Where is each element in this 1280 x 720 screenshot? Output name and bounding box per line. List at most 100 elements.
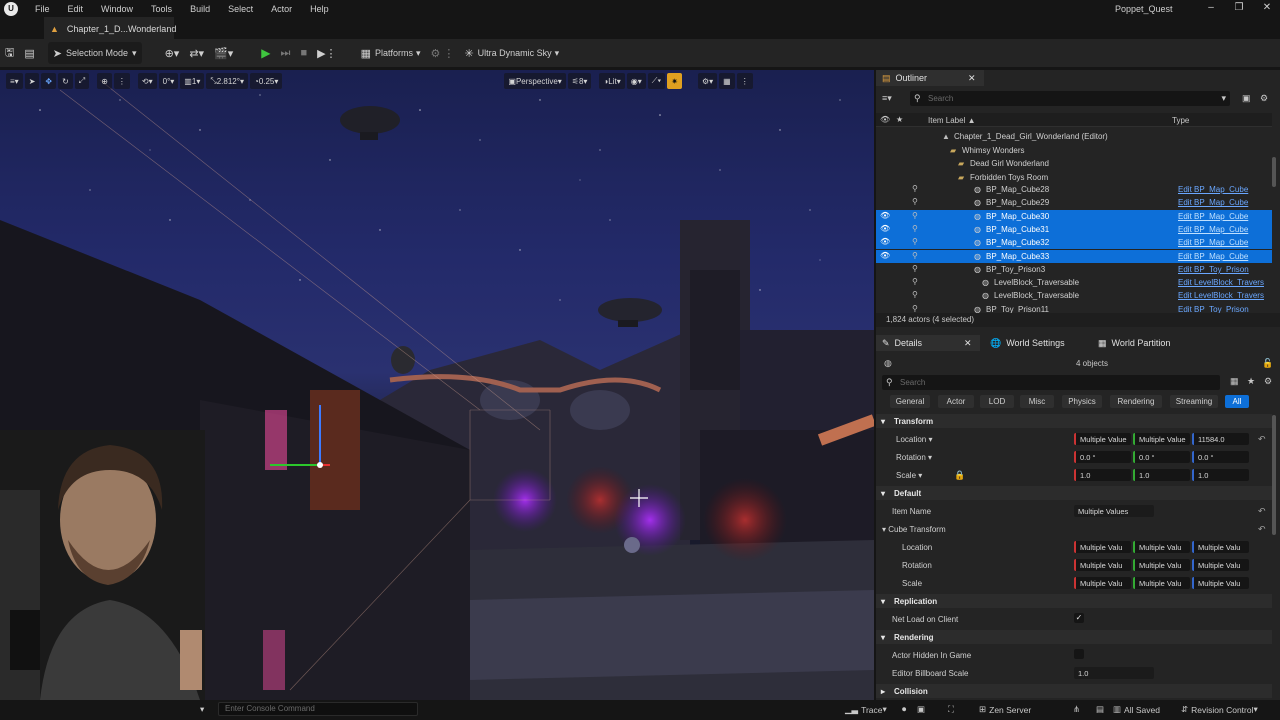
show-dropdown[interactable]: ◉▾: [626, 73, 646, 89]
sky-dropdown[interactable]: ✳ Ultra Dynamic Sky ▾: [459, 42, 564, 64]
actor-type-link[interactable]: Edit BP_Map_Cube: [1178, 225, 1248, 234]
outliner-folder-row[interactable]: ▰ Whimsy Wonders: [876, 144, 1272, 157]
cube-transform-group[interactable]: ▾ Cube Transform: [882, 525, 946, 534]
pin-icon[interactable]: ⚲: [912, 197, 918, 206]
tab-world-partition[interactable]: ▦ World Partition: [1094, 335, 1194, 351]
outliner-folder-row[interactable]: ▲ Chapter_1_Dead_Girl_Wonderland (Editor): [876, 130, 1272, 143]
actor-type-link[interactable]: Edit BP_Map_Cube: [1178, 238, 1248, 247]
scale-dropdown[interactable]: Scale ▾: [896, 471, 922, 480]
cinematics-button[interactable]: 🎬▾: [209, 42, 238, 64]
pin-icon[interactable]: ⚲: [912, 264, 918, 273]
section-transform[interactable]: ▾ Transform: [876, 414, 1272, 428]
outliner-settings-icon[interactable]: ⚙: [1260, 93, 1268, 104]
snap-dropdown[interactable]: ⟋▾: [647, 73, 666, 89]
ct-location-z-field[interactable]: Multiple Valu: [1192, 541, 1249, 553]
outliner-actor-row[interactable]: ⚲ ◍ LevelBlock_Traversable Edit LevelBlock_…: [876, 289, 1272, 302]
unreal-logo-icon[interactable]: U: [4, 1, 18, 16]
minimize-icon[interactable]: –: [1204, 2, 1218, 14]
add-actor-button[interactable]: ⊕▾: [160, 42, 185, 64]
actor-type-link[interactable]: Edit BP_Map_Cube: [1178, 212, 1248, 221]
billboard-scale-field[interactable]: 1.0: [1074, 667, 1154, 679]
favorite-icon[interactable]: ★: [1247, 376, 1255, 387]
actor-type-link[interactable]: Edit BP_Map_Cube: [1178, 198, 1248, 207]
fov-dropdown[interactable]: ⚟ 8 ▾: [567, 73, 592, 89]
lit-dropdown[interactable]: ◑ Lit ▾: [599, 73, 625, 89]
scale-snap-button[interactable]: ⤡ 2.812° ▾: [206, 73, 248, 89]
settings-button[interactable]: ⚙ ⋮: [426, 42, 460, 64]
visibility-eye-icon[interactable]: 👁: [880, 211, 890, 220]
outliner-actor-row[interactable]: ⚲ ◍ BP_Map_Cube29 Edit BP_Map_Cube: [876, 196, 1272, 209]
actor-type-link[interactable]: Edit BP_Map_Cube: [1178, 252, 1248, 261]
lock-scale-icon[interactable]: 🔒: [954, 470, 965, 481]
content-icon[interactable]: ▤: [1096, 704, 1104, 715]
reset-cube-transform-icon[interactable]: ↶: [1258, 524, 1266, 535]
visibility-eye-icon[interactable]: 👁: [880, 224, 890, 233]
actor-hidden-checkbox[interactable]: [1074, 649, 1084, 659]
item-name-field[interactable]: Multiple Values: [1074, 505, 1154, 517]
maximize-viewport-button[interactable]: ⋮: [736, 73, 753, 89]
tab-details[interactable]: ✎ Details ✕: [876, 335, 980, 351]
lock-details-icon[interactable]: 🔓: [1262, 358, 1273, 369]
filter-lod-button[interactable]: LOD: [980, 395, 1014, 408]
ct-location-y-field[interactable]: Multiple Valu: [1133, 541, 1190, 553]
details-scrollbar[interactable]: [1272, 415, 1276, 535]
menu-build[interactable]: Build: [181, 4, 219, 14]
details-search-input[interactable]: ⚲ Search: [882, 375, 1220, 390]
grid-snap-button[interactable]: ⟲▾: [137, 73, 157, 89]
location-x-field[interactable]: Multiple Value: [1074, 433, 1131, 445]
pin-icon[interactable]: ⚲: [912, 277, 918, 286]
visibility-eye-icon[interactable]: 👁: [880, 251, 890, 260]
pin-icon[interactable]: ⚲: [912, 237, 918, 246]
all-saved-button[interactable]: ▥ All Saved: [1113, 704, 1160, 715]
rotation-dropdown[interactable]: Rotation ▾: [896, 453, 932, 462]
filter-general-button[interactable]: General: [890, 395, 930, 408]
source-tree-icon[interactable]: ⋔: [1073, 704, 1080, 715]
platforms-dropdown[interactable]: ▦ Platforms ▾: [356, 42, 426, 64]
scale-y-field[interactable]: 1.0: [1133, 469, 1190, 481]
rotation-x-field[interactable]: 0.0 °: [1074, 451, 1131, 463]
visibility-eye-icon[interactable]: 👁: [880, 237, 890, 246]
play-button[interactable]: ▶: [256, 42, 275, 64]
actor-type-link[interactable]: Edit LevelBlock_Travers: [1178, 278, 1264, 287]
menu-tools[interactable]: Tools: [142, 4, 181, 14]
surface-snap-button[interactable]: ⋮: [113, 73, 130, 89]
menu-help[interactable]: Help: [301, 4, 338, 14]
scale-tool-button[interactable]: ⤢: [74, 73, 90, 89]
section-rendering[interactable]: ▾ Rendering: [876, 630, 1272, 644]
world-local-button[interactable]: ⊕: [97, 73, 112, 89]
actor-type-link[interactable]: Edit BP_Map_Cube: [1178, 185, 1248, 194]
ct-scale-x-field[interactable]: Multiple Valu: [1074, 577, 1131, 589]
table-view-icon[interactable]: ▦: [1230, 376, 1239, 387]
net-load-checkbox[interactable]: ✓: [1074, 613, 1084, 623]
section-default[interactable]: ▾ Default: [876, 486, 1272, 500]
menu-actor[interactable]: Actor: [262, 4, 301, 14]
content-browser-button[interactable]: ▤: [19, 42, 39, 64]
console-dropdown-icon[interactable]: ▾: [200, 704, 204, 715]
rotation-z-field[interactable]: 0.0 °: [1192, 451, 1249, 463]
viewport-settings-button[interactable]: ⚙▾: [697, 73, 718, 89]
pin-icon[interactable]: ⚲: [912, 211, 918, 220]
scale-x-field[interactable]: 1.0: [1074, 469, 1131, 481]
filter-actor-button[interactable]: Actor: [938, 395, 974, 408]
camera-speed-button[interactable]: ◔ 0.25 ▾: [249, 73, 283, 89]
actor-type-link[interactable]: Edit LevelBlock_Travers: [1178, 291, 1264, 300]
filter-icon[interactable]: ≡▾: [882, 93, 892, 104]
level-tab[interactable]: ▲ Chapter_1_D...Wonderland: [44, 17, 176, 39]
pin-icon[interactable]: ⚲: [912, 304, 918, 313]
filter-physics-button[interactable]: Physics: [1062, 395, 1102, 408]
blueprint-button[interactable]: ⇄▾: [184, 42, 209, 64]
outliner-actor-row[interactable]: ⚲ ◍ LevelBlock_Traversable Edit LevelBlock_…: [876, 276, 1272, 289]
filter-misc-button[interactable]: Misc: [1020, 395, 1054, 408]
scale-z-field[interactable]: 1.0: [1192, 469, 1249, 481]
outliner-search-input[interactable]: ⚲ Search ▾: [910, 91, 1230, 106]
outliner-actor-row[interactable]: 👁 ⚲ ◍ BP_Map_Cube32 Edit BP_Map_Cube: [876, 236, 1272, 250]
menu-file[interactable]: File: [26, 4, 59, 14]
reset-item-name-icon[interactable]: ↶: [1258, 506, 1266, 517]
filter-rendering-button[interactable]: Rendering: [1110, 395, 1162, 408]
reset-location-icon[interactable]: ↶: [1258, 434, 1266, 445]
select-tool-button[interactable]: ➤: [24, 73, 40, 89]
actor-type-link[interactable]: Edit BP_Toy_Prison: [1178, 265, 1249, 274]
item-label-header[interactable]: Item Label ▲: [928, 116, 976, 125]
section-replication[interactable]: ▾ Replication: [876, 594, 1272, 608]
trace-button[interactable]: ▁▃ Trace ▾: [845, 704, 887, 715]
